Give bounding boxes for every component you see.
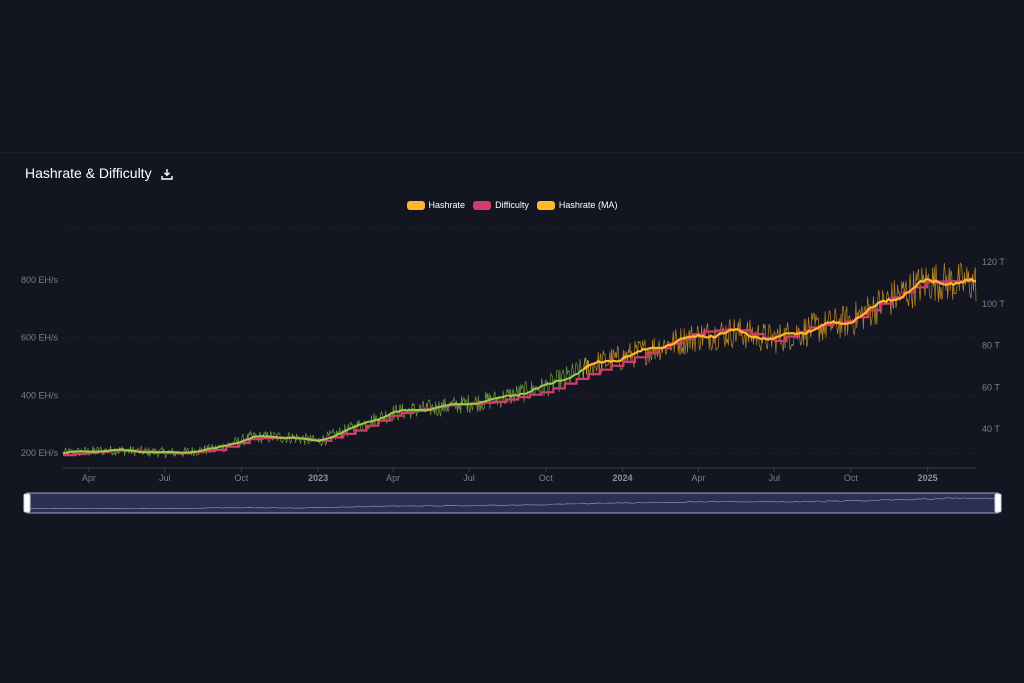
y-right-tick-label: 100 T <box>982 299 1005 309</box>
chart-svg: 200 EH/s 400 EH/s 600 EH/s 800 EH/s 40 T 60 T… <box>21 227 1005 514</box>
navigator-handle-right[interactable] <box>994 493 1002 513</box>
x-tick-label: Oct <box>234 473 249 483</box>
x-tick-label: Jul <box>768 473 780 483</box>
x-tick-label: 2024 <box>612 473 632 483</box>
x-tick-label: Apr <box>82 473 96 483</box>
x-tick-label: Apr <box>691 473 705 483</box>
series-difficulty-line <box>63 279 976 457</box>
y-right-tick-label: 80 T <box>982 341 1000 351</box>
x-tick-label: Jul <box>463 473 475 483</box>
x-tick-label: 2025 <box>918 473 938 483</box>
x-tick-label: 2023 <box>308 473 328 483</box>
y-right-tick-label: 120 T <box>982 257 1005 267</box>
x-tick-label: Oct <box>539 473 554 483</box>
y-left-tick-label: 200 EH/s <box>21 448 59 458</box>
y-left-tick-label: 400 EH/s <box>21 390 59 400</box>
y-left-tick-label: 600 EH/s <box>21 333 59 343</box>
y-left-tick-label: 800 EH/s <box>21 275 59 285</box>
navigator-handle-left[interactable] <box>23 493 31 513</box>
x-tick-label: Apr <box>386 473 400 483</box>
y-right-tick-label: 60 T <box>982 382 1000 392</box>
series-hashrate-ma-line <box>582 277 977 371</box>
y-right-tick-label: 40 T <box>982 424 1000 434</box>
x-tick-label: Oct <box>844 473 859 483</box>
x-tick-label: Jul <box>159 473 171 483</box>
series-hashrate-line-early <box>62 357 592 459</box>
navigator-window <box>26 492 999 514</box>
